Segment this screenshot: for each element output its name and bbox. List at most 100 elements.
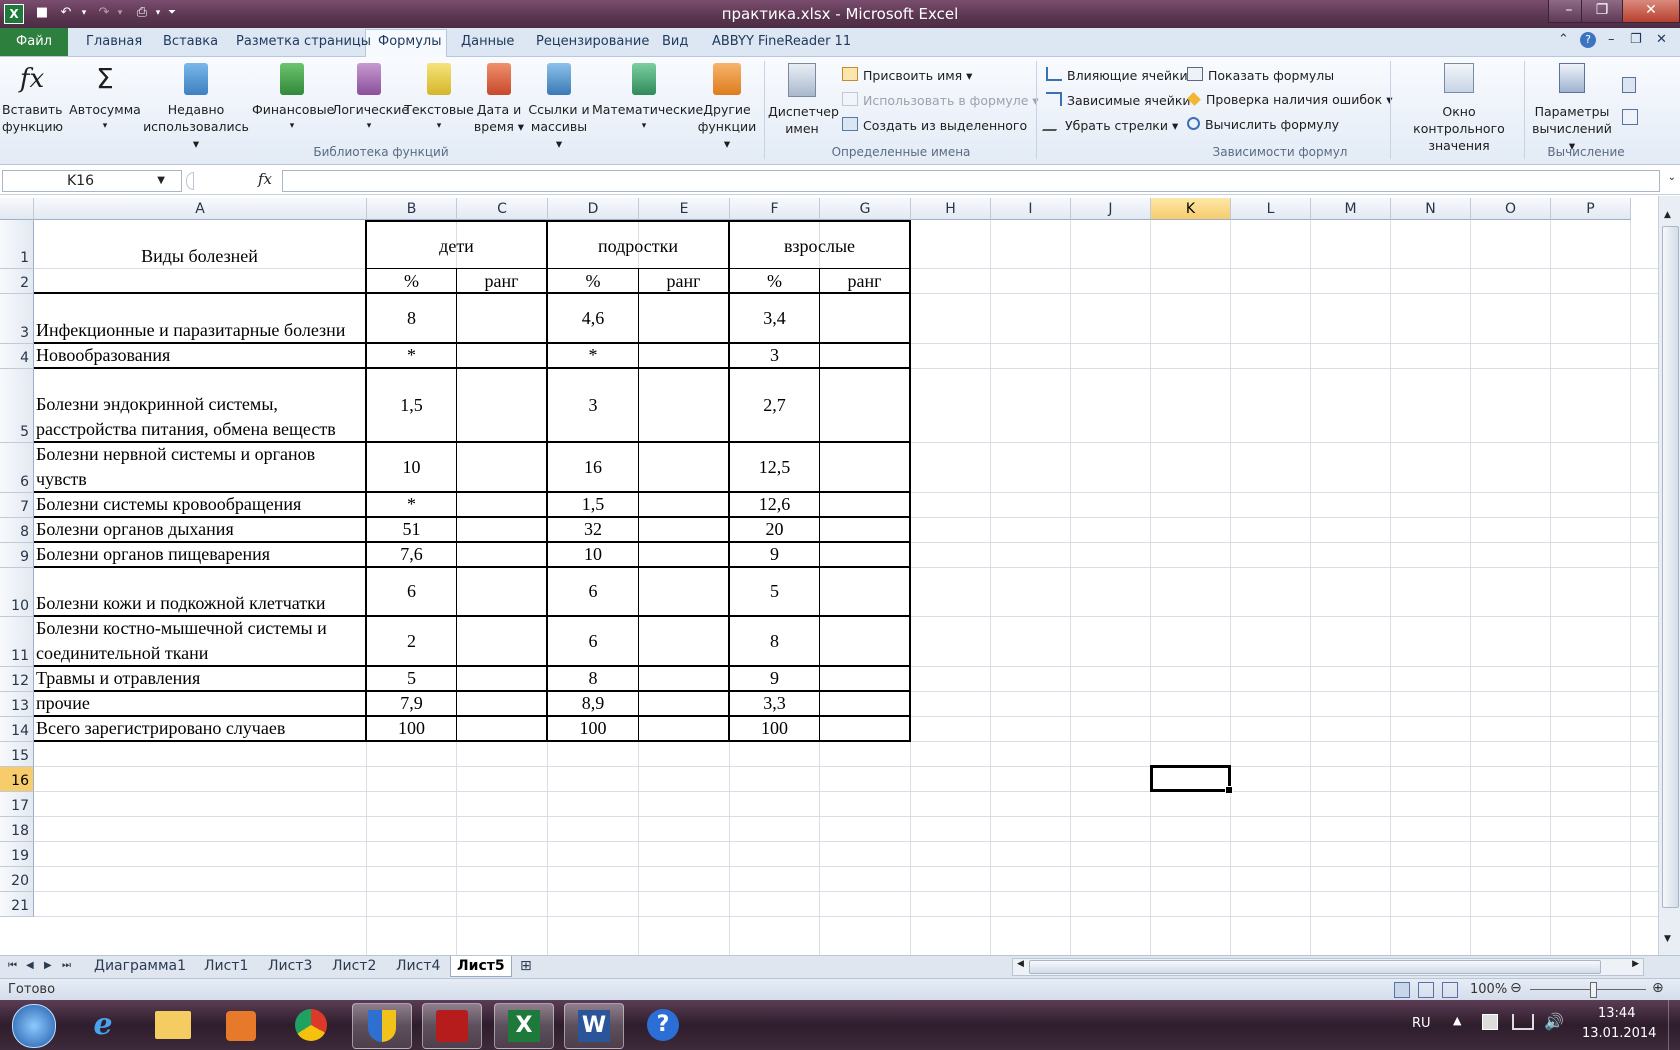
other-functions-button[interactable]: Другие функции ▾ [694,63,760,152]
clock-time[interactable]: 13:44 [1598,1006,1635,1021]
tab-abbyy[interactable]: ABBYY FineReader 11 [712,34,851,49]
zoom-slider-thumb[interactable] [1590,982,1597,998]
security-center-icon[interactable] [352,1003,412,1049]
disease-name-cell[interactable]: Болезни органов дыхания [34,518,367,543]
column-header-m[interactable]: M [1311,198,1391,220]
vertical-scroll-thumb[interactable] [1662,226,1679,908]
row-header-14[interactable]: 14 [0,717,34,742]
column-header-p[interactable]: P [1551,198,1631,220]
header-group-teens[interactable]: подростки [548,220,730,269]
value-cell-d[interactable]: 100 [548,717,639,742]
recently-used-button[interactable]: Недавно использовались ▾ [140,63,252,152]
page-layout-view-icon[interactable] [1418,982,1434,998]
row-header-15[interactable]: 15 [0,742,34,767]
watch-window-button[interactable]: Окно контрольного значения [1396,63,1522,154]
scroll-up-icon[interactable]: ▲ [1664,210,1671,220]
disease-name-cell[interactable]: Болезни системы кровообращения [34,493,367,518]
show-formulas-button[interactable]: Показать формулы [1187,67,1334,83]
rank-cell-empty[interactable] [639,344,730,369]
last-sheet-icon[interactable]: ⏭ [62,956,71,976]
clock-date[interactable]: 13.01.2014 [1582,1026,1656,1041]
start-button-icon[interactable] [12,1004,56,1048]
rank-cell-empty[interactable] [820,443,911,493]
volume-icon[interactable]: 🔊 [1544,1012,1564,1031]
maximize-button[interactable]: ❐ [1581,0,1623,23]
rank-cell-empty[interactable] [457,518,548,543]
formula-input[interactable] [282,170,1660,192]
disease-name-cell[interactable]: Всего зарегистрировано случаев [34,717,367,742]
value-cell-b[interactable]: 5 [367,667,457,692]
help-icon[interactable]: ? [1580,32,1596,48]
rank-cell-empty[interactable] [639,443,730,493]
column-header-j[interactable]: J [1071,198,1151,220]
subheader-rank[interactable]: ранг [457,269,548,294]
value-cell-b[interactable]: 6 [367,568,457,617]
rank-cell-empty[interactable] [639,543,730,568]
value-cell-f[interactable]: 3,3 [730,692,820,717]
tab-data[interactable]: Данные [461,34,514,49]
value-cell-b[interactable]: 1,5 [367,369,457,443]
trace-dependents-button[interactable]: Зависимые ячейки [1046,92,1191,108]
column-header-i[interactable]: I [991,198,1071,220]
value-cell-b[interactable]: * [367,344,457,369]
value-cell-f[interactable]: 8 [730,617,820,667]
page-break-view-icon[interactable] [1442,982,1458,998]
subheader-percent[interactable]: % [548,269,639,294]
column-header-b[interactable]: B [367,198,457,220]
rank-cell-empty[interactable] [457,667,548,692]
row-header-1[interactable]: 1 [0,220,34,269]
select-all-corner[interactable] [0,198,34,220]
subheader-rank[interactable]: ранг [820,269,911,294]
show-hidden-icons-icon[interactable]: ▲ [1453,1014,1461,1027]
value-cell-d[interactable]: 8 [548,667,639,692]
workbook-minimize-icon[interactable]: – [1608,32,1615,47]
show-desktop-button[interactable] [1668,1000,1680,1050]
autosum-button[interactable]: Σ Автосумма ▾ [68,63,142,135]
selected-cell-k16[interactable] [1150,765,1233,794]
row-header-3[interactable]: 3 [0,294,34,344]
row-header-20[interactable]: 20 [0,867,34,892]
calculation-options-button[interactable]: Параметры вычислений ▾ [1528,63,1616,154]
rank-cell-empty[interactable] [820,568,911,617]
network-icon[interactable] [1512,1014,1534,1030]
row-header-5[interactable]: 5 [0,369,34,443]
disease-name-cell[interactable]: Болезни костно-мышечной системы и соедин… [34,617,367,667]
zoom-out-icon[interactable]: ⊖ [1510,980,1522,996]
value-cell-d[interactable]: 3 [548,369,639,443]
subheader-rank[interactable]: ранг [639,269,730,294]
subheader-percent[interactable]: % [730,269,820,294]
disease-name-cell[interactable]: Болезни эндокринной системы, расстройств… [34,369,367,443]
row-header-4[interactable]: 4 [0,344,34,369]
disease-name-cell[interactable]: Травмы и отравления [34,667,367,692]
value-cell-d[interactable]: 10 [548,543,639,568]
zoom-level[interactable]: 100% [1470,982,1507,997]
zoom-slider[interactable] [1530,989,1646,990]
value-cell-b[interactable]: * [367,493,457,518]
sheet-tab-list1[interactable]: Лист1 [204,956,248,976]
sheet-tab-list5[interactable]: Лист5 [450,956,512,977]
first-sheet-icon[interactable]: ⏮ [8,956,17,976]
rank-cell-empty[interactable] [639,692,730,717]
logical-button[interactable]: Логические ▾ [332,63,409,135]
workbook-restore-icon[interactable]: ❐ [1630,32,1642,47]
row-header-21[interactable]: 21 [0,892,34,917]
media-player-icon[interactable] [212,1003,270,1047]
rank-cell-empty[interactable] [639,667,730,692]
rank-cell-empty[interactable] [820,493,911,518]
disease-name-cell[interactable]: Новообразования [34,344,367,369]
rank-cell-empty[interactable] [820,294,911,344]
value-cell-f[interactable]: 12,6 [730,493,820,518]
workbook-close-icon[interactable]: ✕ [1656,32,1667,47]
row-header-13[interactable]: 13 [0,692,34,717]
rank-cell-empty[interactable] [457,617,548,667]
rank-cell-empty[interactable] [820,692,911,717]
sheet-tab-diagram1[interactable]: Диаграмма1 [94,956,186,976]
rank-cell-empty[interactable] [639,294,730,344]
name-manager-button[interactable]: Диспетчер имен [768,63,839,137]
row-header-8[interactable]: 8 [0,518,34,543]
horizontal-scroll-thumb[interactable] [1029,960,1601,974]
column-header-d[interactable]: D [548,198,639,220]
scroll-down-icon[interactable]: ▼ [1664,934,1671,944]
value-cell-f[interactable]: 12,5 [730,443,820,493]
value-cell-d[interactable]: 4,6 [548,294,639,344]
